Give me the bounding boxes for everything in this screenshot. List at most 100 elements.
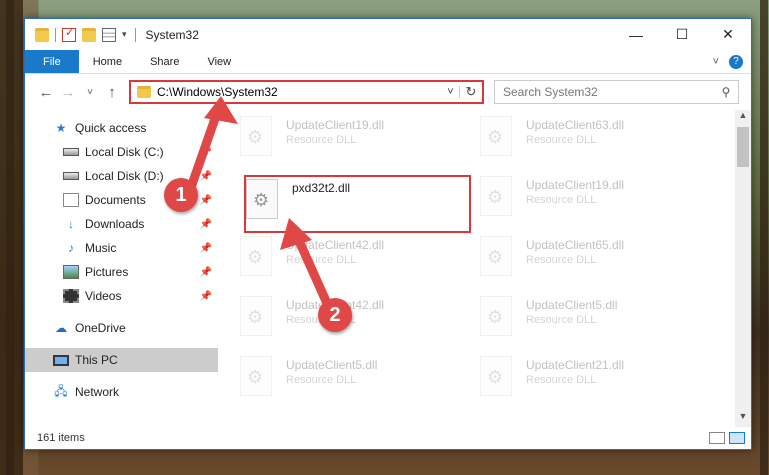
sidebar-item-label: Documents xyxy=(85,193,146,207)
list-item[interactable]: UpdateClient19.dll Resource DLL xyxy=(240,116,384,156)
up-button[interactable]: ↑ xyxy=(101,84,123,101)
scroll-up-icon[interactable]: ▲ xyxy=(735,110,751,126)
search-placeholder: Search System32 xyxy=(503,85,598,99)
sidebar-item-videos[interactable]: Videos 📌 xyxy=(25,284,218,308)
pin-icon[interactable]: 📌 xyxy=(200,291,212,302)
scroll-down-icon[interactable]: ▼ xyxy=(735,411,751,427)
forward-button[interactable]: → xyxy=(57,84,79,101)
vertical-scrollbar[interactable]: ▲ ▼ xyxy=(735,110,751,427)
sidebar-item-this-pc[interactable]: This PC xyxy=(25,348,218,372)
file-name: pxd32t2.dll xyxy=(292,181,351,195)
computer-icon xyxy=(53,354,69,366)
tab-file[interactable]: File xyxy=(25,50,79,73)
file-name: UpdateClient21.dll xyxy=(526,358,625,372)
pin-icon[interactable]: 📌 xyxy=(200,147,212,158)
pin-icon[interactable]: 📌 xyxy=(200,171,212,182)
ribbon-tabs: File Home Share View ˅ ? xyxy=(25,50,751,74)
dll-file-icon xyxy=(480,296,512,336)
address-path[interactable]: C:\Windows\System32 xyxy=(157,85,278,99)
navigation-bar: ← → ˅ ↑ C:\Windows\System32 ˅ ↻ Search S… xyxy=(25,74,751,110)
file-name: UpdateClient5.dll xyxy=(526,298,618,312)
list-item[interactable]: UpdateClient42.dll Resource DLL xyxy=(240,236,384,276)
file-type: Resource DLL xyxy=(526,314,597,326)
file-name: UpdateClient42.dll xyxy=(286,238,385,252)
properties-check-icon[interactable] xyxy=(62,26,76,42)
back-button[interactable]: ← xyxy=(35,84,57,101)
tab-view[interactable]: View xyxy=(193,50,245,73)
sidebar-item-label: Music xyxy=(85,241,117,255)
maximize-button[interactable]: ☐ xyxy=(659,19,705,50)
customize-toolbar-icon[interactable]: ▾ xyxy=(122,29,127,40)
list-item[interactable]: UpdateClient5.dll Resource DLL xyxy=(240,356,377,396)
list-item-selected-dll[interactable]: pxd32t2.dll xyxy=(246,179,350,219)
large-icons-view-icon[interactable] xyxy=(729,432,745,444)
search-icon[interactable]: ⚲ xyxy=(714,85,738,99)
list-item[interactable]: UpdateClient21.dll Resource DLL xyxy=(480,356,624,396)
folder-icon xyxy=(35,27,49,42)
list-item[interactable]: UpdateClient65.dll Resource DLL xyxy=(480,236,624,276)
sidebar-item-pictures[interactable]: Pictures 📌 xyxy=(25,260,218,284)
file-type: Resource DLL xyxy=(526,254,597,266)
list-item[interactable]: UpdateClient5.dll Resource DLL xyxy=(480,296,617,336)
status-bar: 161 items xyxy=(25,427,751,449)
tab-share[interactable]: Share xyxy=(136,50,193,73)
minimize-button[interactable]: — xyxy=(613,19,659,50)
details-view-icon[interactable] xyxy=(709,432,725,444)
sidebar-item-music[interactable]: ♪ Music 📌 xyxy=(25,236,218,260)
pictures-icon xyxy=(63,265,79,279)
pin-icon[interactable]: 📌 xyxy=(200,267,212,278)
network-icon: 🖧 xyxy=(54,383,68,398)
refresh-icon[interactable]: ↻ xyxy=(460,84,482,100)
item-count: 161 items xyxy=(37,432,85,444)
file-type: Resource DLL xyxy=(286,134,357,146)
list-item[interactable]: UpdateClient42.dll Resource DLL xyxy=(240,296,384,336)
expand-ribbon-icon[interactable]: ˅ xyxy=(713,56,719,68)
address-bar[interactable]: C:\Windows\System32 ˅ ↻ xyxy=(129,80,484,104)
dll-file-icon xyxy=(480,116,512,156)
search-input[interactable]: Search System32 ⚲ xyxy=(494,80,739,104)
dll-file-icon xyxy=(480,356,512,396)
pin-icon[interactable]: 📌 xyxy=(200,219,212,230)
dll-file-icon xyxy=(480,236,512,276)
sidebar-item-label: Quick access xyxy=(75,121,147,135)
sidebar-item-label: OneDrive xyxy=(75,321,126,335)
sidebar-item-label: This PC xyxy=(75,353,118,367)
cloud-icon: ☁ xyxy=(55,321,67,335)
drive-icon xyxy=(63,148,79,156)
new-folder-icon[interactable] xyxy=(82,27,96,42)
sidebar-item-label: Network xyxy=(75,385,120,399)
title-separator xyxy=(134,27,136,42)
file-name: UpdateClient65.dll xyxy=(526,238,625,252)
sidebar-item-quick-access[interactable]: ★ Quick access xyxy=(25,116,218,140)
sidebar-item-onedrive[interactable]: ☁ OneDrive xyxy=(25,316,218,340)
navigation-pane: ★ Quick access Local Disk (C:) 📌 Local D… xyxy=(25,110,218,427)
scroll-thumb[interactable] xyxy=(737,127,749,167)
drive-icon xyxy=(63,172,79,180)
dll-file-icon xyxy=(480,176,512,216)
file-type: Resource DLL xyxy=(526,374,597,386)
sidebar-item-local-disk-c[interactable]: Local Disk (C:) 📌 xyxy=(25,140,218,164)
dll-file-icon xyxy=(240,296,272,336)
pin-icon[interactable]: 📌 xyxy=(200,195,212,206)
ribbon-right: ˅ ? xyxy=(713,50,751,73)
pin-icon[interactable]: 📌 xyxy=(200,243,212,254)
sidebar-item-label: Pictures xyxy=(85,265,129,279)
file-type: Resource DLL xyxy=(526,134,597,146)
sidebar-item-label: Local Disk (C:) xyxy=(85,145,164,159)
help-icon[interactable]: ? xyxy=(729,54,743,69)
file-list: UpdateClient19.dll Resource DLL pxd32t2.… xyxy=(218,110,735,427)
file-name: UpdateClient63.dll xyxy=(526,118,625,132)
address-dropdown-icon[interactable]: ˅ xyxy=(442,86,460,98)
close-button[interactable]: ✕ xyxy=(705,19,751,50)
folder-icon xyxy=(137,86,151,98)
tab-home[interactable]: Home xyxy=(79,50,136,73)
list-item[interactable]: UpdateClient63.dll Resource DLL xyxy=(480,116,624,156)
sidebar-item-network[interactable]: 🖧 Network xyxy=(25,380,218,404)
file-name: UpdateClient19.dll xyxy=(286,118,385,132)
sidebar-item-downloads[interactable]: ↓ Downloads 📌 xyxy=(25,212,218,236)
list-item[interactable]: UpdateClient19.dll Resource DLL xyxy=(480,176,624,216)
properties-icon[interactable] xyxy=(102,27,116,42)
recent-locations-button[interactable]: ˅ xyxy=(79,87,101,98)
title-bar: ▾ System32 — ☐ ✕ xyxy=(25,19,751,50)
dll-file-icon xyxy=(240,116,272,156)
